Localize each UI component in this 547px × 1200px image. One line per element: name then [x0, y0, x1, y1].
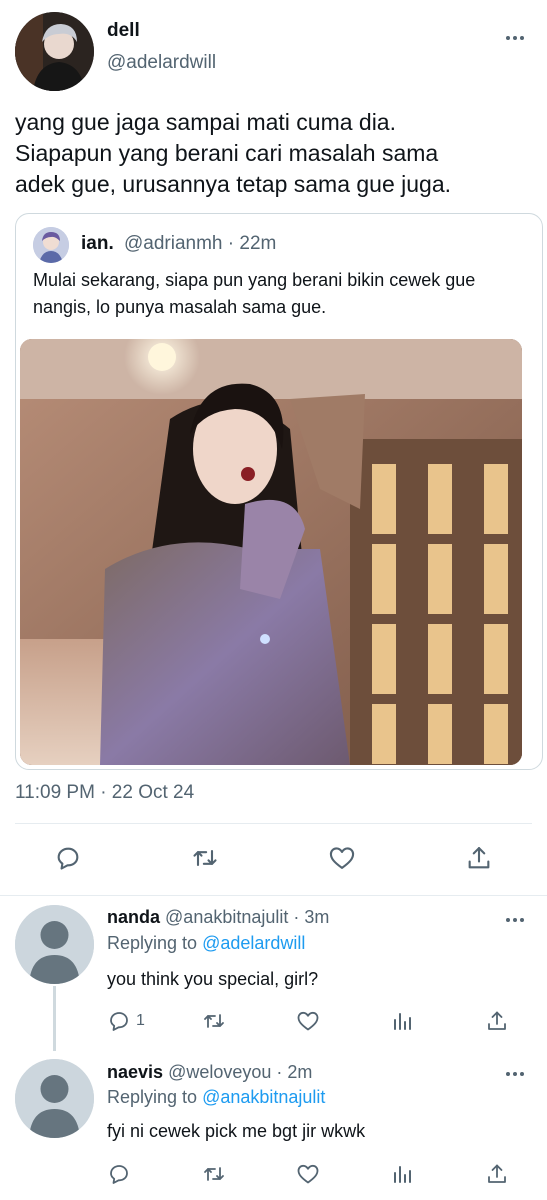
- reply-icon[interactable]: [107, 1009, 131, 1033]
- avatar[interactable]: [15, 905, 94, 984]
- user-handle[interactable]: @adelardwill: [107, 52, 216, 74]
- like-icon[interactable]: [328, 844, 356, 872]
- divider: [15, 823, 532, 824]
- share-icon[interactable]: [485, 1162, 509, 1186]
- more-icon[interactable]: [500, 1064, 530, 1084]
- analytics-icon[interactable]: [390, 1162, 414, 1186]
- handle-time: @weloveyou · 2m: [168, 1062, 313, 1082]
- reply-tweet[interactable]: nanda @anakbitnajulit · 3m Replying to @…: [0, 896, 547, 1051]
- reply-count: 1: [136, 1012, 145, 1029]
- reply-tweet[interactable]: naevis @weloveyou · 2m Replying to @anak…: [0, 1051, 547, 1200]
- like-icon[interactable]: [296, 1162, 320, 1186]
- replying-to: Replying to @adelardwill: [107, 933, 306, 953]
- more-icon[interactable]: [500, 910, 530, 930]
- reply-text: you think you special, girl?: [107, 969, 319, 989]
- display-name[interactable]: dell: [107, 20, 140, 42]
- more-icon[interactable]: [500, 28, 530, 48]
- replying-to: Replying to @anakbitnajulit: [107, 1087, 326, 1107]
- tweet-text: yang gue jaga sampai mati cuma dia. Siap…: [15, 109, 452, 197]
- quoted-text: Mulai sekarang, siapa pun yang berani bi…: [33, 270, 476, 317]
- share-icon[interactable]: [485, 1009, 509, 1033]
- display-name[interactable]: naevis: [107, 1062, 163, 1082]
- reply-header: nanda @anakbitnajulit · 3m: [107, 907, 329, 928]
- default-avatar-icon: [15, 905, 94, 984]
- retweet-icon[interactable]: [202, 1162, 226, 1186]
- mention-link[interactable]: @adelardwill: [202, 933, 305, 953]
- like-icon[interactable]: [296, 1009, 320, 1033]
- thread-line: [53, 986, 56, 1051]
- default-avatar-icon: [15, 1059, 94, 1138]
- display-name[interactable]: nanda: [107, 907, 160, 927]
- analytics-icon[interactable]: [390, 1009, 414, 1033]
- mention-link[interactable]: @anakbitnajulit: [202, 1087, 325, 1107]
- quoted-photo[interactable]: [20, 339, 522, 765]
- quoted-display-name: ian.: [81, 233, 114, 254]
- quoted-avatar: [33, 227, 69, 263]
- handle-time: @anakbitnajulit · 3m: [165, 907, 330, 927]
- reply-text: fyi ni cewek pick me bgt jir wkwk: [107, 1121, 366, 1141]
- retweet-icon[interactable]: [191, 844, 219, 872]
- avatar[interactable]: [15, 12, 94, 91]
- share-icon[interactable]: [465, 844, 493, 872]
- retweet-icon[interactable]: [202, 1009, 226, 1033]
- reply-icon[interactable]: [54, 844, 82, 872]
- quoted-tweet[interactable]: ian. @adrianmh · 22m Mulai sekarang, sia…: [15, 213, 543, 770]
- quoted-handle-time: @adrianmh · 22m: [124, 233, 277, 254]
- avatar[interactable]: [15, 1059, 94, 1138]
- tweet-timestamp[interactable]: 11:09 PM · 22 Oct 24: [15, 782, 194, 804]
- reply-icon[interactable]: [107, 1162, 131, 1186]
- reply-header: naevis @weloveyou · 2m: [107, 1062, 312, 1083]
